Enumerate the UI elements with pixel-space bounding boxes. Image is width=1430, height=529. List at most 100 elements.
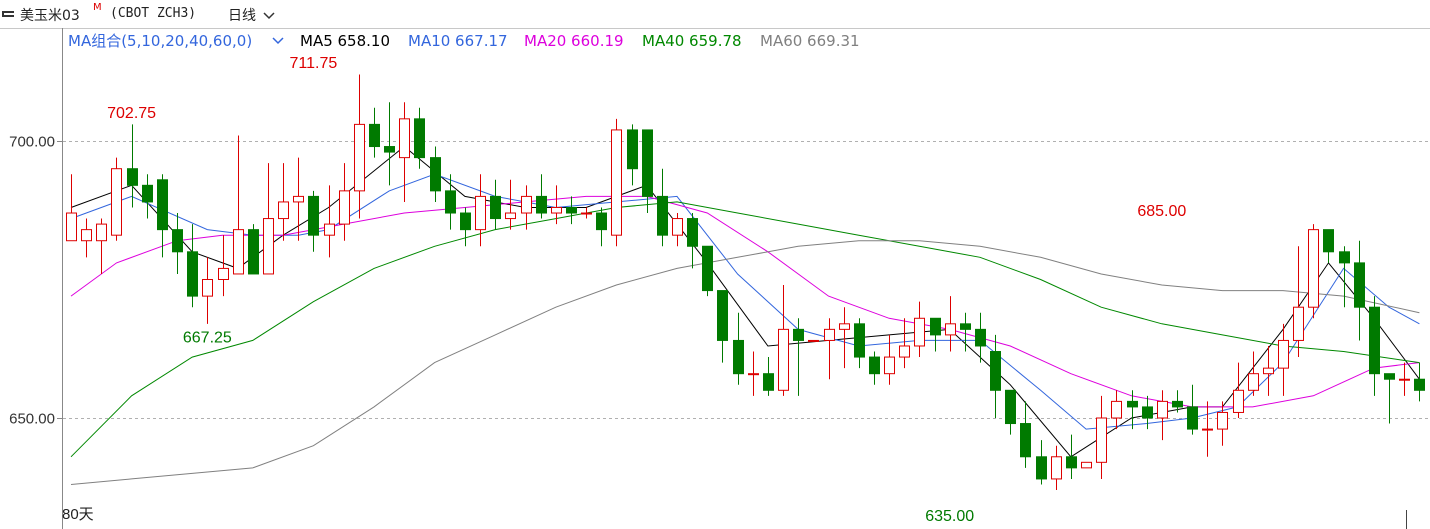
candles <box>66 74 1425 491</box>
candle <box>1020 401 1031 468</box>
candle-body <box>945 323 956 336</box>
candle-body <box>869 356 880 375</box>
ma-lines <box>70 145 1420 485</box>
candle <box>1202 401 1213 457</box>
candle <box>1399 362 1410 396</box>
candle <box>717 290 728 363</box>
candle-body <box>1051 456 1062 480</box>
candle <box>748 351 759 396</box>
chevron-down-icon <box>263 12 275 20</box>
candle-body <box>248 229 259 275</box>
candle-body <box>263 218 274 275</box>
candle <box>414 107 425 169</box>
candle-body <box>187 251 198 297</box>
candle <box>642 129 653 214</box>
candle-body <box>1096 417 1107 463</box>
candle-body <box>66 212 77 242</box>
candle-body <box>1278 339 1289 369</box>
candle-body <box>748 373 759 376</box>
candle-body <box>1111 400 1122 419</box>
candle-body <box>839 323 850 330</box>
ma-group-label: MA组合(5,10,20,40,60,0) <box>68 32 252 50</box>
candle-body <box>733 339 744 375</box>
candle-body <box>551 206 562 214</box>
candle <box>1354 240 1365 341</box>
ma60-line <box>70 240 1420 485</box>
candle <box>793 318 804 396</box>
candle-body <box>218 267 229 280</box>
candle <box>1384 373 1395 424</box>
candle <box>1081 461 1092 469</box>
ma-group-selector[interactable]: MA组合(5,10,20,40,60,0) <box>68 32 284 50</box>
candle-body <box>414 118 425 159</box>
candle-body <box>1127 400 1138 408</box>
period-selector[interactable]: 日线 <box>228 5 276 25</box>
candle <box>581 207 592 219</box>
candle-body <box>975 328 986 347</box>
candle <box>1308 224 1319 319</box>
candle <box>1187 384 1198 435</box>
candle-body <box>581 212 592 215</box>
candle <box>1096 395 1107 479</box>
candle <box>339 163 350 241</box>
candle-body <box>460 212 471 231</box>
candle-body <box>490 195 501 220</box>
candle <box>233 135 244 275</box>
candle-body <box>293 195 304 203</box>
candle-body <box>566 206 577 214</box>
candle <box>278 163 289 241</box>
candle-body <box>475 195 486 231</box>
candle <box>202 257 213 324</box>
candle-body <box>339 190 350 225</box>
candle <box>1248 351 1259 396</box>
candle <box>1036 440 1047 485</box>
candle-body <box>763 373 774 391</box>
candle-body <box>793 328 804 341</box>
candle-body <box>930 317 941 336</box>
candle <box>596 207 607 247</box>
chart-menu-icon[interactable] <box>2 8 16 20</box>
candle-body <box>1187 406 1198 430</box>
price-annotation: 702.75 <box>107 105 156 122</box>
candle <box>854 318 865 369</box>
candle-body <box>399 118 410 159</box>
candle-body <box>505 212 516 220</box>
symbol-badge: M <box>93 2 102 13</box>
candle-body <box>1036 456 1047 480</box>
price-chart[interactable]: 650.00 700.00 702.75 711.75 667.25 635.00 685… <box>0 28 1430 529</box>
candle-body <box>717 290 728 341</box>
candle-body <box>596 212 607 231</box>
candle <box>611 118 622 247</box>
candle-body <box>445 190 456 214</box>
candle <box>172 213 183 274</box>
candle-body <box>142 184 153 203</box>
ma10-line <box>70 173 1420 430</box>
candle <box>430 146 441 202</box>
price-annotation: 635.00 <box>925 508 974 525</box>
candle <box>657 168 668 247</box>
candle <box>702 245 713 297</box>
candle <box>1157 390 1168 441</box>
candle-body <box>111 168 122 236</box>
candle <box>824 318 835 380</box>
candle <box>566 196 577 225</box>
candle <box>505 179 516 230</box>
candle-body <box>672 218 683 236</box>
candle-body <box>1354 262 1365 308</box>
candle <box>733 312 744 385</box>
candle-body <box>1066 456 1077 469</box>
price-annotation: 711.75 <box>290 55 338 72</box>
candle-body <box>1384 373 1395 380</box>
candle-body <box>1248 373 1259 391</box>
candle-body <box>157 179 168 231</box>
candle <box>324 185 335 258</box>
candle-body <box>657 195 668 236</box>
candle <box>763 357 774 396</box>
candle <box>218 235 229 297</box>
candle-body <box>430 157 441 192</box>
ma40-legend: MA40 659.78 <box>642 32 742 50</box>
candle <box>1323 229 1334 263</box>
candle-body <box>521 195 532 214</box>
candle <box>384 102 395 186</box>
candle-body <box>308 195 319 236</box>
